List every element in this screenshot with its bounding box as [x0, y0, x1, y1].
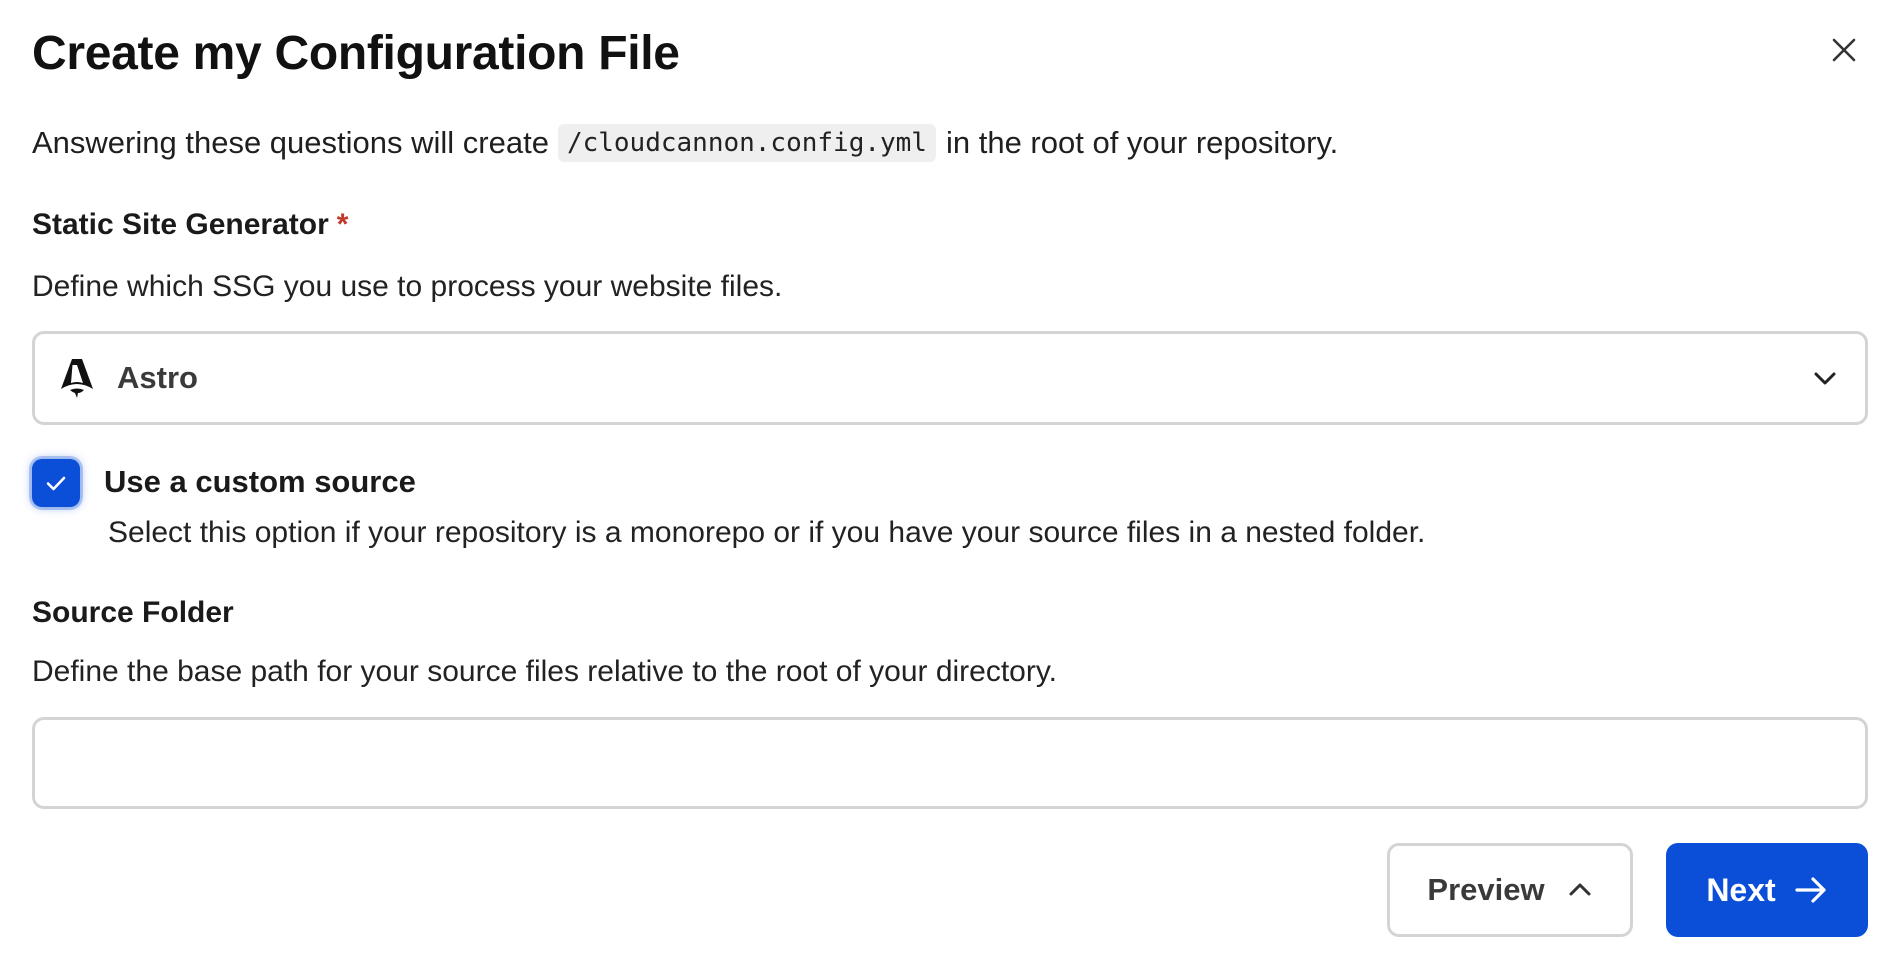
- checkmark-icon: [44, 471, 68, 495]
- intro-text-before: Answering these questions will create: [32, 125, 549, 160]
- config-file-dialog: Create my Configuration File Answering t…: [0, 0, 1900, 970]
- custom-source-help: Select this option if your repository is…: [108, 516, 1426, 549]
- source-folder-input[interactable]: [32, 717, 1868, 809]
- source-folder-help: Define the base path for your source fil…: [32, 655, 1057, 688]
- source-folder-label: Source Folder: [32, 596, 234, 629]
- ssg-label-text: Static Site Generator: [32, 208, 329, 241]
- preview-button-label: Preview: [1427, 872, 1545, 907]
- close-icon: [1831, 37, 1857, 63]
- custom-source-checkbox[interactable]: [32, 459, 80, 507]
- config-file-path: /cloudcannon.config.yml: [557, 124, 936, 162]
- ssg-help-text: Define which SSG you use to process your…: [32, 270, 783, 303]
- dialog-title: Create my Configuration File: [32, 27, 680, 80]
- chevron-up-icon: [1567, 877, 1593, 903]
- preview-button[interactable]: Preview: [1387, 843, 1633, 937]
- ssg-select[interactable]: Astro: [32, 331, 1868, 425]
- custom-source-label[interactable]: Use a custom source: [104, 464, 416, 500]
- next-button-label: Next: [1706, 871, 1776, 908]
- astro-logo-icon: [59, 356, 95, 400]
- arrow-right-icon: [1794, 875, 1828, 905]
- intro-text: Answering these questions will create /c…: [32, 124, 1338, 162]
- chevron-down-icon: [1809, 362, 1841, 394]
- ssg-selected-value: Astro: [117, 360, 198, 395]
- next-button[interactable]: Next: [1666, 843, 1868, 937]
- intro-text-after: in the root of your repository.: [945, 125, 1339, 160]
- ssg-field-label: Static Site Generator *: [32, 208, 348, 242]
- required-marker: *: [336, 208, 349, 241]
- close-button[interactable]: [1826, 32, 1862, 68]
